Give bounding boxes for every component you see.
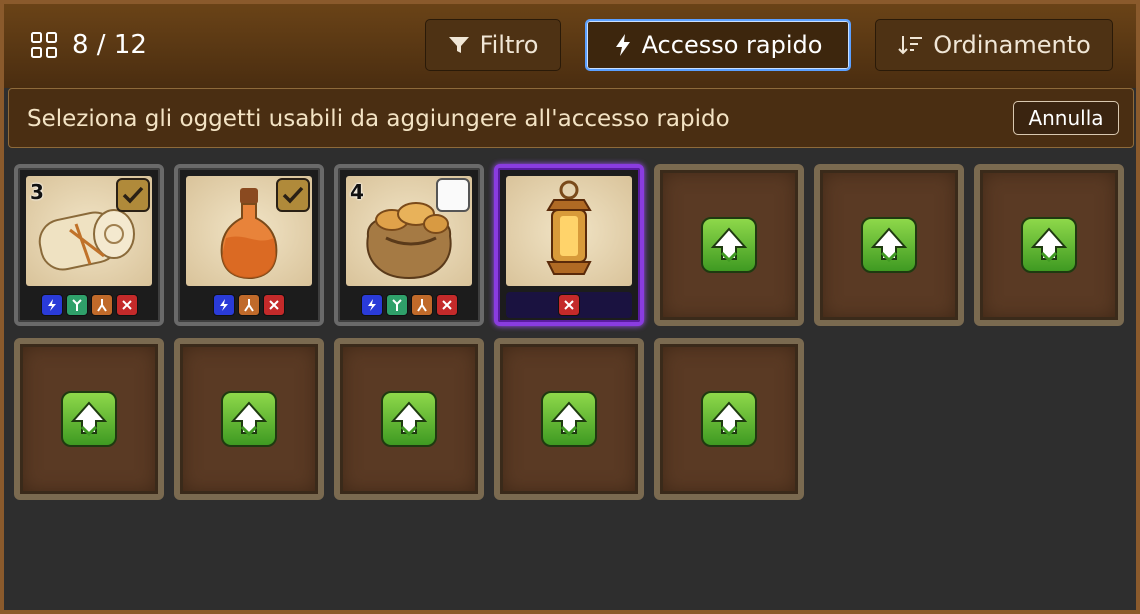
- filter-icon: [448, 37, 469, 53]
- empty-slot[interactable]: [494, 338, 644, 500]
- add-item-icon[interactable]: [1021, 217, 1077, 273]
- person-tag-icon: [410, 294, 433, 316]
- add-item-icon[interactable]: [701, 217, 757, 273]
- close-tag-icon: [115, 294, 138, 316]
- person-tag-icon: [90, 294, 113, 316]
- close-tag-icon: [435, 294, 458, 316]
- item-slot-bread[interactable]: 4: [334, 164, 484, 326]
- person-tag-icon: [238, 294, 260, 316]
- item-tags: [26, 292, 152, 318]
- empty-slot[interactable]: [814, 164, 964, 326]
- branch-tag-icon: [65, 294, 88, 316]
- lightning-icon: [615, 34, 630, 56]
- add-item-icon[interactable]: [221, 391, 277, 447]
- select-checkbox[interactable]: [116, 178, 150, 212]
- slot-count-text: 8 / 12: [72, 30, 147, 60]
- grid-icon: [31, 32, 57, 58]
- item-tags: [346, 292, 472, 318]
- item-slot-lantern[interactable]: [494, 164, 644, 326]
- empty-slot[interactable]: [14, 338, 164, 500]
- slot-counter: 8 / 12: [30, 30, 147, 60]
- add-item-icon[interactable]: [61, 391, 117, 447]
- cancel-button[interactable]: Annulla: [1013, 101, 1119, 135]
- empty-slot[interactable]: [334, 338, 484, 500]
- add-item-icon[interactable]: [541, 391, 597, 447]
- select-checkbox[interactable]: [436, 178, 470, 212]
- branch-tag-icon: [385, 294, 408, 316]
- item-quantity: 3: [30, 180, 44, 204]
- checkmark-icon: [282, 186, 304, 204]
- lightning-tag-icon: [213, 294, 235, 316]
- empty-slot[interactable]: [174, 338, 324, 500]
- item-tags: [506, 292, 632, 318]
- filter-button[interactable]: Filtro: [425, 19, 561, 71]
- sort-button[interactable]: Ordinamento: [875, 19, 1113, 71]
- empty-slot[interactable]: [974, 164, 1124, 326]
- quick-access-button[interactable]: Accesso rapido: [585, 19, 851, 71]
- close-tag-icon: [558, 294, 580, 316]
- close-tag-icon: [263, 294, 285, 316]
- lightning-tag-icon: [360, 294, 383, 316]
- checkmark-icon: [122, 186, 144, 204]
- inventory-panel: 8 / 12 Filtro Accesso rapido Ordinamento…: [0, 0, 1140, 614]
- sort-label: Ordinamento: [933, 31, 1091, 59]
- item-slot-potion[interactable]: [174, 164, 324, 326]
- filter-label: Filtro: [479, 31, 539, 59]
- item-quantity: 4: [350, 180, 364, 204]
- banner-message: Seleziona gli oggetti usabili da aggiung…: [27, 106, 730, 132]
- item-tags: [186, 292, 312, 318]
- empty-slot[interactable]: [654, 338, 804, 500]
- item-slot-bandage[interactable]: 3: [14, 164, 164, 326]
- select-checkbox[interactable]: [276, 178, 310, 212]
- add-item-icon[interactable]: [381, 391, 437, 447]
- lightning-tag-icon: [40, 294, 63, 316]
- lantern-icon: [546, 180, 592, 275]
- add-item-icon[interactable]: [861, 217, 917, 273]
- add-item-icon[interactable]: [701, 391, 757, 447]
- empty-slot[interactable]: [654, 164, 804, 326]
- selection-banner: Seleziona gli oggetti usabili da aggiung…: [8, 88, 1134, 148]
- quick-access-label: Accesso rapido: [641, 31, 823, 59]
- sort-icon: [898, 36, 923, 55]
- toolbar: 8 / 12 Filtro Accesso rapido Ordinamento: [4, 4, 1136, 88]
